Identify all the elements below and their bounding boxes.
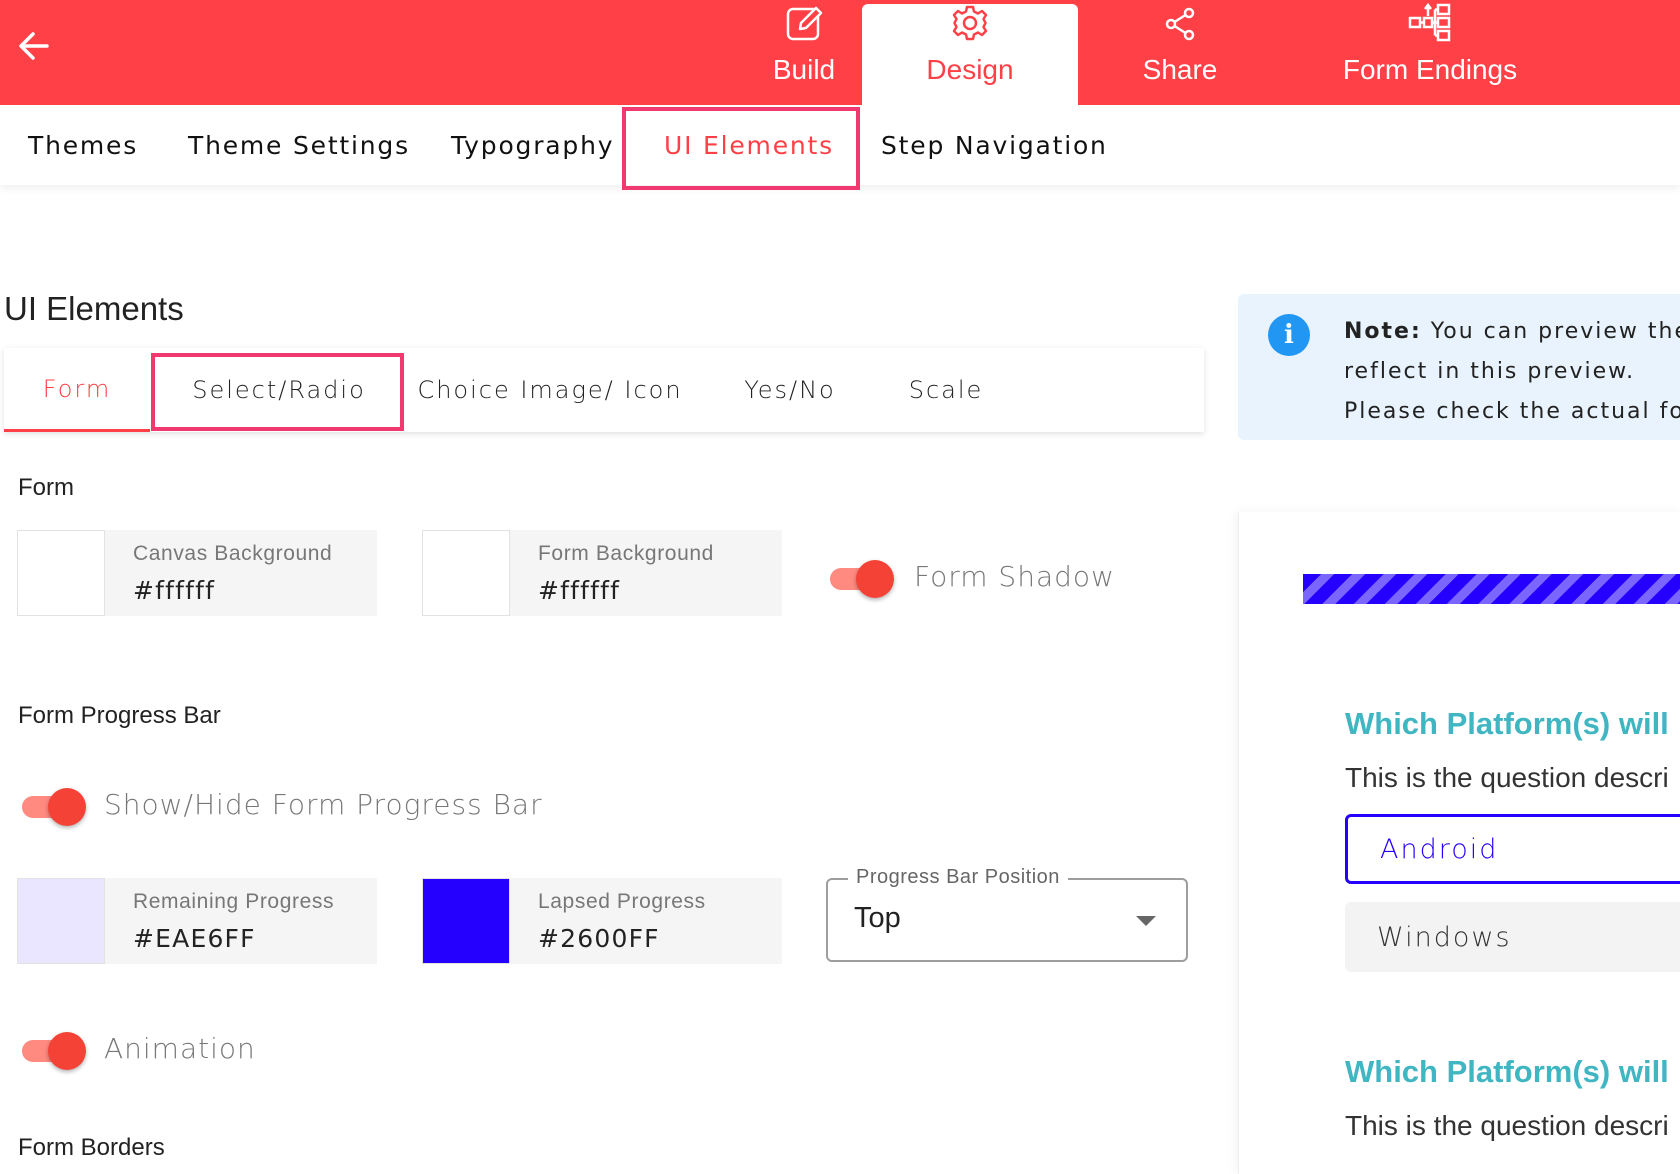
progress-bar-position-label: Progress Bar Position	[848, 866, 1068, 889]
remaining-progress-label: Remaining Progress	[133, 890, 335, 913]
form-background-info[interactable]: Form Background #ffffff	[510, 530, 782, 616]
form-preview: Which Platform(s) will This is the quest…	[1238, 512, 1680, 1174]
arrow-left-icon	[19, 32, 49, 60]
tab-scale[interactable]: Scale	[884, 348, 1008, 432]
tab-design-label: Design	[926, 54, 1014, 85]
design-subnav: Themes Theme Settings Typography UI Elem…	[0, 105, 1680, 185]
subtab-theme-settings[interactable]: Theme Settings	[188, 105, 410, 185]
info-icon: i	[1268, 314, 1310, 356]
toggle-knob	[48, 788, 86, 826]
tab-share[interactable]: Share	[1098, 4, 1262, 105]
canvas-background-swatch[interactable]	[17, 530, 105, 616]
preview-question-title: Which Platform(s) will	[1345, 1054, 1669, 1089]
subtab-themes[interactable]: Themes	[28, 105, 138, 185]
note-line-3: Please check the actual fo	[1344, 399, 1680, 424]
back-button[interactable]	[14, 26, 54, 66]
preview-progress-bar	[1303, 574, 1680, 604]
tab-share-label: Share	[1142, 54, 1218, 85]
note-line-2: reflect in this preview.	[1344, 359, 1636, 384]
lapsed-progress-value: #2600FF	[538, 924, 660, 953]
lapsed-progress-swatch[interactable]	[422, 878, 510, 964]
section-form-label: Form	[18, 474, 74, 501]
form-shadow-toggle[interactable]	[826, 558, 894, 598]
lapsed-progress-label: Lapsed Progress	[538, 890, 706, 913]
form-background-value: #ffffff	[538, 576, 621, 605]
section-form-borders-label: Form Borders	[18, 1134, 165, 1161]
tab-build-label: Build	[772, 54, 836, 85]
tab-form-endings[interactable]: Form Endings	[1320, 2, 1540, 105]
form-background-swatch[interactable]	[422, 530, 510, 616]
gear-icon	[952, 5, 988, 41]
lapsed-progress-info[interactable]: Lapsed Progress #2600FF	[510, 878, 782, 964]
progress-bar-position-value: Top	[854, 902, 901, 934]
tab-select-radio[interactable]: Select/Radio	[154, 348, 404, 432]
show-hide-progress-label: Show/Hide Form Progress Bar	[104, 788, 543, 821]
page-title: UI Elements	[4, 290, 184, 327]
canvas-background-info[interactable]: Canvas Background #ffffff	[105, 530, 377, 616]
animation-label: Animation	[104, 1032, 256, 1065]
preview-note: i Note: You can preview the reflect in t…	[1238, 294, 1680, 440]
edit-icon	[786, 6, 823, 41]
subtab-ui-elements[interactable]: UI Elements	[664, 105, 834, 185]
note-text: Note: You can preview the reflect in thi…	[1344, 312, 1680, 432]
tab-form-endings-label: Form Endings	[1342, 54, 1518, 85]
tab-yes-no[interactable]: Yes/No	[720, 348, 860, 432]
tab-design[interactable]: Design	[862, 4, 1078, 105]
section-progress-bar-label: Form Progress Bar	[18, 702, 221, 729]
toggle-knob	[856, 560, 894, 598]
preview-choice-android[interactable]: Android	[1345, 814, 1680, 884]
toggle-knob	[48, 1032, 86, 1070]
top-navigation-bar: Build Design Share Form Endings	[0, 0, 1680, 105]
tab-choice-image-icon[interactable]: Choice Image/ Icon	[414, 348, 686, 432]
form-background-field: Form Background #ffffff	[422, 530, 782, 616]
preview-question-description: This is the question descri	[1345, 762, 1669, 793]
preview-question-description: This is the question descri	[1345, 1110, 1669, 1141]
lapsed-progress-field: Lapsed Progress #2600FF	[422, 878, 782, 964]
subtab-typography[interactable]: Typography	[451, 105, 614, 185]
animation-toggle[interactable]	[18, 1030, 86, 1070]
form-background-label: Form Background	[538, 542, 714, 565]
show-hide-progress-toggle[interactable]	[18, 786, 86, 826]
caret-down-icon	[1136, 916, 1156, 926]
remaining-progress-info[interactable]: Remaining Progress #EAE6FF	[105, 878, 377, 964]
canvas-background-field: Canvas Background #ffffff	[17, 530, 377, 616]
note-bold: Note:	[1344, 319, 1422, 344]
canvas-background-label: Canvas Background	[133, 542, 333, 565]
preview-question-title: Which Platform(s) will	[1345, 706, 1669, 741]
flow-icon	[1408, 2, 1451, 42]
form-shadow-label: Form Shadow	[914, 560, 1115, 593]
subtab-step-navigation[interactable]: Step Navigation	[881, 105, 1108, 185]
tab-form[interactable]: Form	[4, 348, 150, 432]
element-tabs: Form Select/Radio Choice Image/ Icon Yes…	[4, 348, 1204, 432]
remaining-progress-field: Remaining Progress #EAE6FF	[17, 878, 377, 964]
remaining-progress-swatch[interactable]	[17, 878, 105, 964]
preview-choice-windows[interactable]: Windows	[1345, 902, 1680, 972]
canvas-background-value: #ffffff	[133, 576, 216, 605]
remaining-progress-value: #EAE6FF	[133, 924, 256, 953]
note-line-1: You can preview the	[1421, 319, 1680, 344]
progress-bar-position-select[interactable]: Progress Bar Position Top	[826, 866, 1188, 962]
share-icon	[1165, 7, 1195, 40]
